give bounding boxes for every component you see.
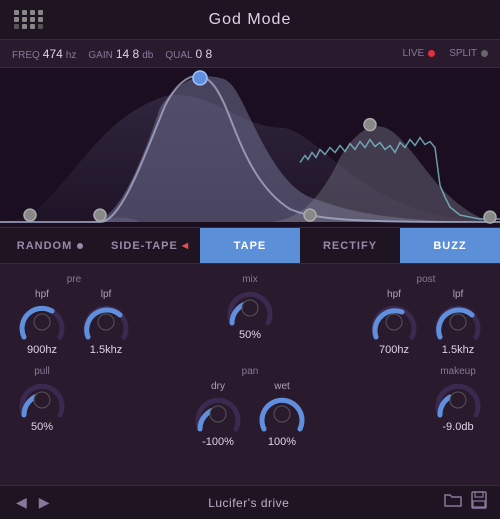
controls: pre hpf 900hz lpf xyxy=(0,264,500,456)
live-dot xyxy=(428,50,435,57)
post-lpf-knob[interactable]: lpf 1.5khz xyxy=(432,289,484,356)
pan-dry-knob[interactable]: dry -100% xyxy=(192,381,244,448)
next-button[interactable]: ▶ xyxy=(35,492,54,513)
side-tape-arrow: ◀ xyxy=(182,241,189,250)
pull-arc xyxy=(16,381,68,419)
live-indicator: LIVE xyxy=(403,48,436,59)
tab-tape[interactable]: TAPE xyxy=(200,228,300,263)
save-button[interactable] xyxy=(470,491,488,514)
mix-arc xyxy=(224,289,276,327)
param-bar: FREQ 474 hz GAIN 14 8 db QUAL 0 8 LIVE S… xyxy=(0,40,500,68)
visualizer[interactable] xyxy=(0,68,500,228)
post-sub-row: hpf 700hz lpf 1.5khz xyxy=(368,289,484,356)
post-lpf-arc xyxy=(432,303,484,341)
pre-group: pre hpf 900hz lpf xyxy=(16,274,132,356)
makeup-group[interactable]: makeup -9.0db xyxy=(432,366,484,433)
post-hpf-knob[interactable]: hpf 700hz xyxy=(368,289,420,356)
pan-wet-arc xyxy=(256,395,308,433)
prev-button[interactable]: ◀ xyxy=(12,492,31,513)
tab-rectify[interactable]: RECTIFY xyxy=(300,228,400,263)
freq-param: FREQ 474 hz xyxy=(12,47,76,61)
folder-icon xyxy=(444,492,462,508)
pre-hpf-knob[interactable]: hpf 900hz xyxy=(16,289,68,356)
tab-side-tape[interactable]: SIDE-TAPE ◀ xyxy=(100,228,200,263)
preset-title: Lucifer's drive xyxy=(208,496,289,510)
pan-group: pan dry -100% wet xyxy=(192,366,308,448)
knob-row-1: pre hpf 900hz lpf xyxy=(16,274,484,356)
gain-param: GAIN 14 8 db xyxy=(88,47,153,61)
save-icon xyxy=(470,491,488,509)
post-group: post hpf 700hz lpf xyxy=(368,274,484,356)
folder-button[interactable] xyxy=(444,492,462,513)
bottom-nav: ◀ ▶ xyxy=(12,492,54,513)
split-indicator: SPLIT xyxy=(449,48,488,59)
pre-sub-row: hpf 900hz lpf 1.5khz xyxy=(16,289,132,356)
pre-hpf-arc xyxy=(16,303,68,341)
makeup-arc xyxy=(432,381,484,419)
pre-lpf-arc xyxy=(80,303,132,341)
knob-row-2: pull 50% pan dry -100% xyxy=(16,366,484,448)
plugin-title: God Mode xyxy=(209,11,292,29)
pan-sub-row: dry -100% wet 100% xyxy=(192,381,308,448)
mode-tabs: RANDOM SIDE-TAPE ◀ TAPE RECTIFY BUZZ xyxy=(0,228,500,264)
qual-param: QUAL 0 8 xyxy=(165,47,212,61)
visualizer-svg xyxy=(0,68,500,227)
post-hpf-arc xyxy=(368,303,420,341)
pan-dry-arc xyxy=(192,395,244,433)
header: God Mode xyxy=(0,0,500,40)
logo-grid xyxy=(14,10,44,29)
pull-group[interactable]: pull 50% xyxy=(16,366,68,433)
random-dot xyxy=(77,243,83,249)
pan-wet-knob[interactable]: wet 100% xyxy=(256,381,308,448)
tab-buzz[interactable]: BUZZ xyxy=(400,228,500,263)
tab-random[interactable]: RANDOM xyxy=(0,228,100,263)
split-dot xyxy=(481,50,488,57)
mix-group[interactable]: mix 50% xyxy=(224,274,276,341)
bottom-bar: ◀ ▶ Lucifer's drive xyxy=(0,485,500,519)
bottom-icons xyxy=(444,491,488,514)
pre-lpf-knob[interactable]: lpf 1.5khz xyxy=(80,289,132,356)
param-bar-right: LIVE SPLIT xyxy=(403,48,488,59)
